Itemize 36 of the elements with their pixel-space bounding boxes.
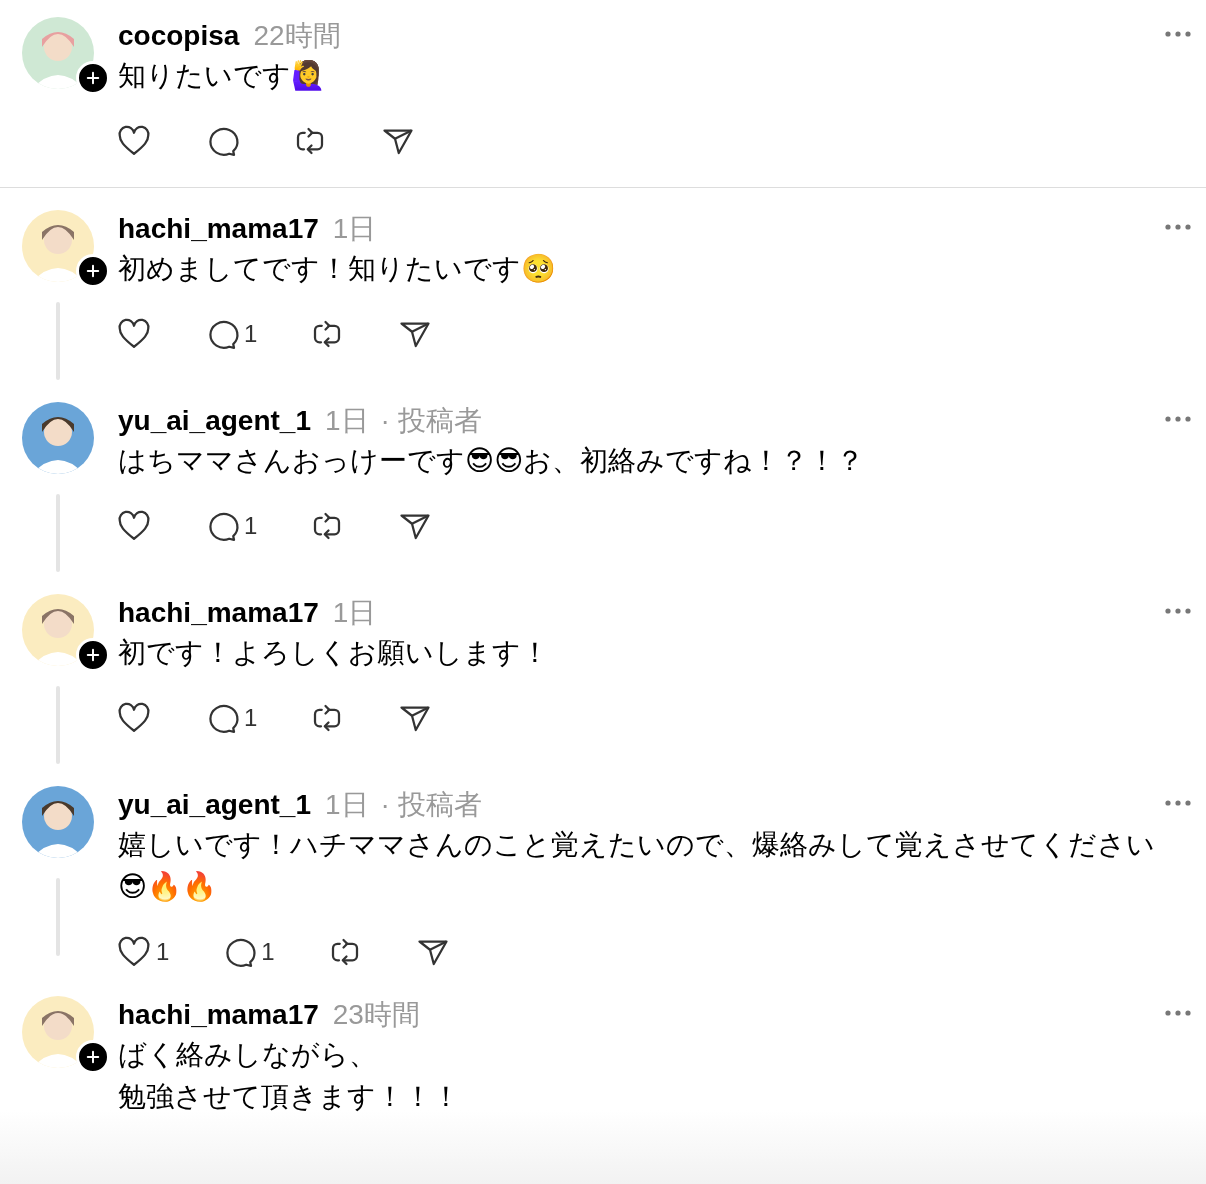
more-icon[interactable] [1164, 1009, 1192, 1017]
post-text: 初です！よろしくお願いします！ [118, 636, 550, 670]
username[interactable]: cocopisa [118, 20, 240, 52]
post-time: 1日 [332, 212, 377, 246]
author-label: · 投稿者 [380, 404, 482, 438]
more-icon[interactable] [1164, 30, 1192, 38]
username[interactable]: yu_ai_agent_1 [118, 405, 311, 437]
username[interactable]: yu_ai_agent_1 [118, 789, 311, 821]
more-icon[interactable] [1164, 799, 1192, 807]
reply-count: 1 [244, 512, 258, 540]
post-time: 1日 [332, 596, 377, 630]
plus-icon [84, 646, 102, 664]
post-text: 知りたいです🙋‍♀ [118, 59, 327, 93]
like-count: 1 [156, 938, 170, 966]
post-text: はちママさんおっけーです😎😎お、初絡みですね！？！？ [118, 444, 866, 478]
post-text: 嬉しいです！ハチママさんのこと覚えたいので、爆絡みして覚えさせてください😎🔥🔥 [118, 828, 1156, 904]
post-text: ばく絡みしながら、 [118, 1038, 378, 1072]
plus-icon [84, 69, 102, 87]
author-label: · 投稿者 [380, 788, 482, 822]
post-time: 22時間 [253, 19, 341, 53]
username[interactable]: hachi_mama17 [118, 999, 319, 1031]
post-text: 初めましてです！知りたいです🥺 [118, 252, 557, 286]
plus-icon [84, 262, 102, 280]
plus-icon [84, 1048, 102, 1066]
username[interactable]: hachi_mama17 [118, 597, 319, 629]
reply-count: 1 [244, 320, 258, 348]
reply-count: 1 [244, 704, 258, 732]
reply-count: 1 [261, 938, 275, 966]
post-text: 勉強させて頂きます！！！ [118, 1080, 461, 1114]
post-time: 1日 [325, 788, 369, 822]
post-time: 23時間 [332, 998, 420, 1032]
more-icon[interactable] [1164, 223, 1192, 231]
more-icon[interactable] [1164, 607, 1192, 615]
more-icon[interactable] [1164, 415, 1192, 423]
username[interactable]: hachi_mama17 [118, 213, 319, 245]
post-time: 1日 [325, 404, 369, 438]
